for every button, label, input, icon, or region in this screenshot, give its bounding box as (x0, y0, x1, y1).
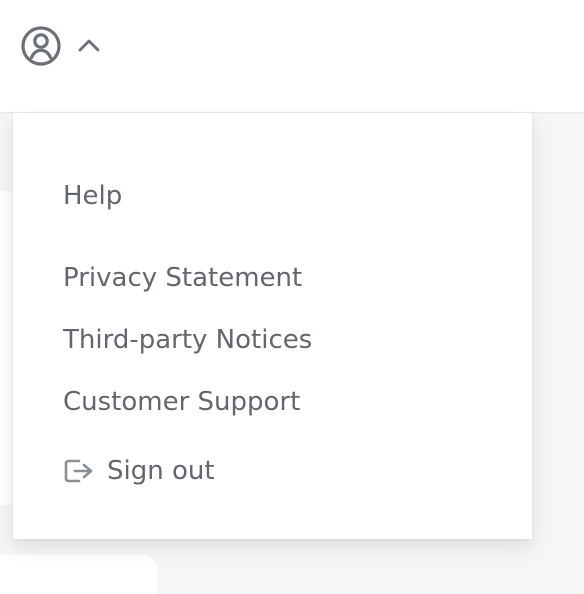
account-dropdown-menu: Help Privacy Statement Third-party Notic… (13, 113, 532, 539)
menu-item-label: Customer Support (63, 387, 301, 417)
background-card-bottom (0, 555, 157, 594)
menu-item-label: Third-party Notices (63, 325, 313, 355)
user-circle-icon (20, 25, 62, 67)
top-bar (0, 0, 584, 112)
menu-item-privacy-statement[interactable]: Privacy Statement (63, 265, 302, 291)
sign-out-icon (63, 457, 95, 485)
menu-item-help[interactable]: Help (63, 183, 122, 209)
account-menu-button[interactable] (20, 20, 116, 72)
menu-item-third-party-notices[interactable]: Third-party Notices (63, 327, 312, 353)
menu-item-label: Help (63, 181, 123, 211)
background-card-edge (0, 191, 12, 505)
chevron-up-icon (76, 33, 102, 59)
sign-out-label: Sign out (107, 456, 215, 486)
menu-item-customer-support[interactable]: Customer Support (63, 389, 300, 415)
menu-item-label: Privacy Statement (63, 263, 303, 293)
sign-out-button[interactable]: Sign out (63, 457, 215, 485)
